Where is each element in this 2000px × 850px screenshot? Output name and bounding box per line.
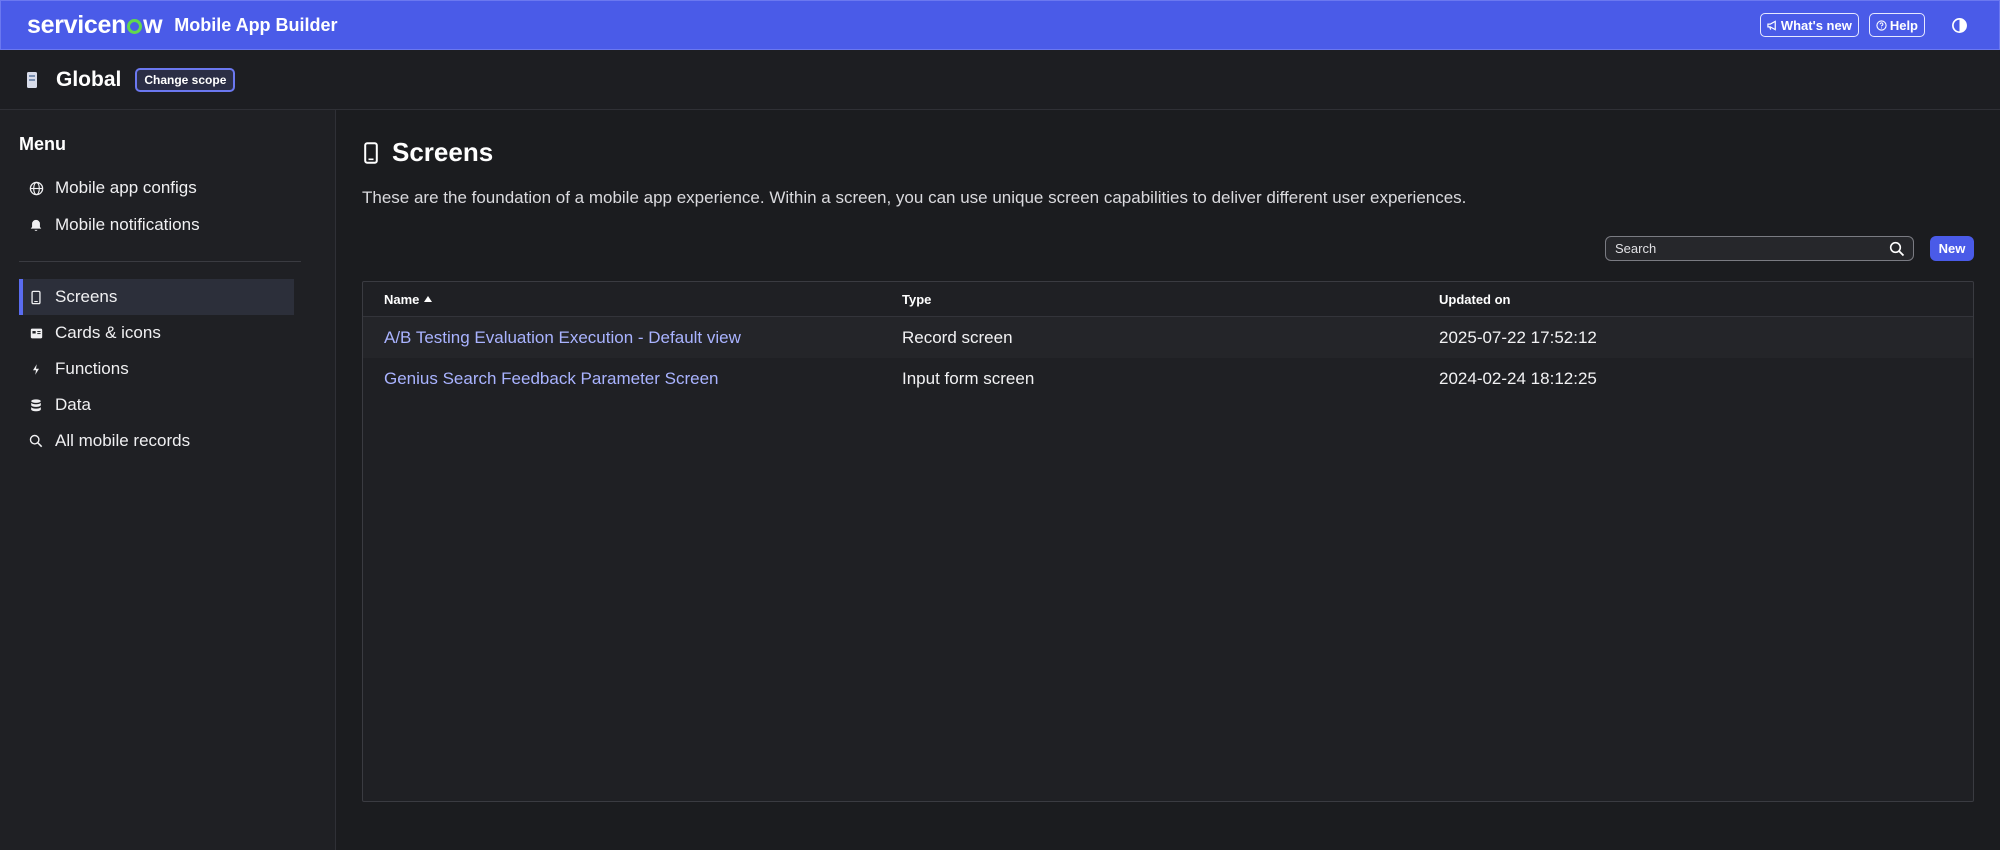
sidebar-item-label: Functions: [55, 359, 129, 378]
table-header: Name Type Updated on: [363, 282, 1973, 317]
sidebar-item-mobile-app-configs[interactable]: Mobile app configs: [19, 170, 294, 206]
scope-name: Global: [56, 67, 122, 91]
megaphone-icon: [1767, 19, 1776, 31]
sidebar: Menu Mobile app configs Mobile notificat…: [0, 110, 336, 850]
row-name-link[interactable]: A/B Testing Evaluation Execution - Defau…: [363, 328, 900, 348]
phone-icon: [362, 141, 380, 165]
column-header-name[interactable]: Name: [363, 292, 900, 307]
sidebar-item-label: Mobile notifications: [55, 215, 200, 234]
column-header-type[interactable]: Type: [900, 292, 1437, 307]
row-updated-on: 2024-02-24 18:12:25: [1439, 368, 1597, 388]
whats-new-button[interactable]: What's new: [1759, 13, 1859, 37]
sidebar-item-label: Data: [55, 395, 91, 414]
table-row[interactable]: Genius Search Feedback Parameter Screen …: [363, 358, 1973, 399]
header-actions: What's new Help: [1759, 13, 1969, 37]
sidebar-item-mobile-notifications[interactable]: Mobile notifications: [19, 207, 294, 243]
sidebar-item-data[interactable]: Data: [19, 387, 294, 423]
top-header: servicen w Mobile App Builder What's new …: [0, 0, 2000, 50]
row-type: Record screen: [902, 327, 1013, 347]
column-header-updated-on[interactable]: Updated on: [1437, 292, 1973, 307]
phone-icon: [28, 289, 44, 305]
change-scope-button[interactable]: Change scope: [135, 67, 236, 92]
whats-new-label: What's new: [1780, 17, 1852, 33]
main-content: Screens These are the foundation of a mo…: [337, 110, 2000, 850]
page-title-text: Screens: [392, 137, 494, 167]
app-title: Mobile App Builder: [174, 14, 338, 35]
page-description: These are the foundation of a mobile app…: [362, 188, 1467, 207]
database-icon: [28, 397, 44, 413]
menu-title: Menu: [19, 134, 66, 154]
help-button[interactable]: Help: [1868, 13, 1925, 37]
sidebar-item-cards-icons[interactable]: Cards & icons: [19, 315, 294, 351]
search-field[interactable]: [1605, 236, 1914, 261]
help-circle-icon: [1876, 19, 1887, 31]
sidebar-item-functions[interactable]: Functions: [19, 351, 294, 387]
screens-table: Name Type Updated on A/B Testing Evaluat…: [362, 281, 1974, 802]
row-updated-on: 2025-07-22 17:52:12: [1439, 327, 1597, 347]
sidebar-item-label: Mobile app configs: [55, 178, 197, 197]
logo-o-mark: [127, 18, 143, 34]
help-label: Help: [1889, 17, 1918, 33]
logo-text-prefix: servicen: [27, 10, 127, 39]
theme-toggle-icon[interactable]: [1949, 15, 1969, 35]
bell-icon: [28, 217, 44, 233]
table-row[interactable]: A/B Testing Evaluation Execution - Defau…: [363, 317, 1973, 358]
sidebar-item-all-mobile-records[interactable]: All mobile records: [19, 423, 294, 459]
scope-bar: Global Change scope: [0, 50, 2000, 110]
sort-ascending-icon: [424, 296, 433, 302]
sidebar-item-label: Screens: [55, 287, 118, 306]
sidebar-item-label: All mobile records: [55, 431, 191, 450]
page-title: Screens: [362, 137, 493, 168]
row-name-link[interactable]: Genius Search Feedback Parameter Screen: [363, 369, 900, 389]
sidebar-item-label: Cards & icons: [55, 323, 161, 342]
new-button[interactable]: New: [1930, 236, 1974, 261]
function-icon: [28, 361, 44, 377]
globe-icon: [28, 180, 44, 196]
sidebar-item-screens[interactable]: Screens: [19, 279, 294, 315]
column-header-label: Name: [384, 291, 420, 307]
scope-app-icon: [25, 70, 39, 90]
servicenow-logo[interactable]: servicen w: [27, 10, 163, 40]
logo-text-suffix: w: [143, 10, 163, 39]
row-type: Input form screen: [902, 368, 1035, 388]
card-icon: [28, 325, 44, 341]
search-input[interactable]: [1615, 241, 1875, 256]
search-icon: [28, 433, 44, 449]
search-icon[interactable]: [1889, 241, 1905, 257]
sidebar-divider: [19, 261, 301, 262]
